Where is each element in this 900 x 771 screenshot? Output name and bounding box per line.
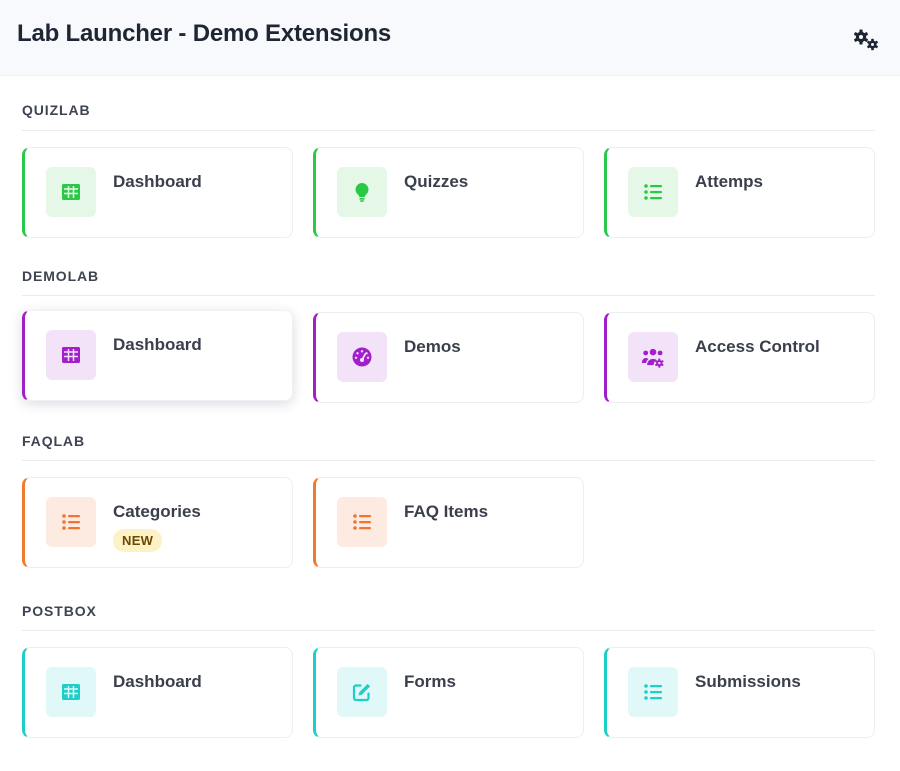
card-label: Categories — [113, 502, 201, 521]
users-cog-icon — [628, 332, 678, 382]
list-icon — [46, 497, 96, 547]
card-label: Quizzes — [404, 172, 469, 191]
new-badge: NEW — [113, 529, 163, 552]
card-demolab-dashboard[interactable]: Dashboard — [22, 310, 293, 401]
list-icon — [628, 167, 678, 217]
card-label: Dashboard — [113, 172, 202, 191]
section-divider — [22, 630, 875, 631]
section-title-quizlab: QUIZLAB — [22, 102, 91, 118]
edit-icon — [337, 667, 387, 717]
card-label: Dashboard — [113, 672, 202, 691]
card-demolab-demos[interactable]: Demos — [313, 312, 584, 403]
card-label: Demos — [404, 337, 461, 356]
section-title-demolab: DEMOLAB — [22, 268, 100, 284]
table-icon — [46, 330, 96, 380]
card-demolab-access-control[interactable]: Access Control — [604, 312, 875, 403]
settings-button[interactable] — [852, 28, 882, 54]
table-icon — [46, 167, 96, 217]
page-title: Lab Launcher - Demo Extensions — [17, 20, 392, 47]
card-faqlab-categories[interactable]: Categories NEW — [22, 477, 293, 568]
gears-icon — [852, 29, 882, 58]
card-quizlab-dashboard[interactable]: Dashboard — [22, 147, 293, 238]
table-icon — [46, 667, 96, 717]
card-label: Submissions — [695, 672, 801, 691]
section-divider — [22, 295, 875, 296]
card-label: Forms — [404, 672, 456, 691]
speedometer-icon — [337, 332, 387, 382]
card-label: Access Control — [695, 337, 820, 356]
card-label: FAQ Items — [404, 502, 489, 521]
section-divider — [22, 130, 875, 131]
card-quizlab-quizzes[interactable]: Quizzes — [313, 147, 584, 238]
app-header: Lab Launcher - Demo Extensions — [0, 0, 900, 76]
section-title-postbox: POSTBOX — [22, 603, 97, 619]
lightbulb-icon — [337, 167, 387, 217]
section-divider — [22, 460, 875, 461]
card-postbox-submissions[interactable]: Submissions — [604, 647, 875, 738]
section-title-faqlab: FAQLAB — [22, 433, 85, 449]
list-icon — [628, 667, 678, 717]
card-label: Attemps — [695, 172, 764, 191]
card-label: Dashboard — [113, 335, 202, 354]
card-postbox-dashboard[interactable]: Dashboard — [22, 647, 293, 738]
card-faqlab-faq-items[interactable]: FAQ Items — [313, 477, 584, 568]
card-postbox-forms[interactable]: Forms — [313, 647, 584, 738]
card-quizlab-attemps[interactable]: Attemps — [604, 147, 875, 238]
list-icon — [337, 497, 387, 547]
